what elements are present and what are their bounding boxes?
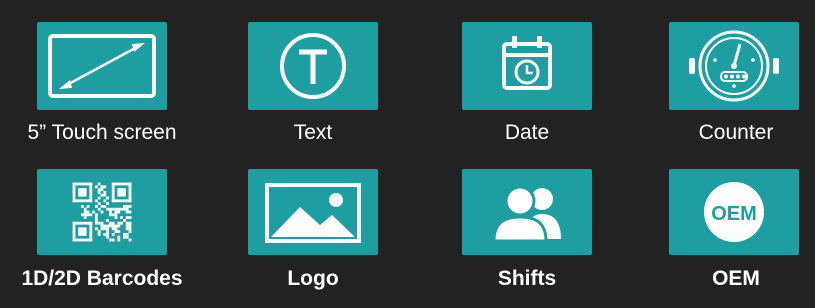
shifts-tile <box>462 169 592 255</box>
oem-tile: OEM <box>669 169 799 255</box>
feature-label: 1D/2D Barcodes <box>21 267 183 290</box>
users-icon <box>492 185 561 243</box>
feature-label: OEM <box>712 267 760 290</box>
oem-icon: OEM <box>704 182 764 242</box>
qr-code-icon <box>72 182 132 242</box>
barcodes-tile <box>37 169 167 255</box>
feature-logo: Logo <box>212 0 412 308</box>
image-icon <box>265 183 361 243</box>
feature-barcodes: 1D/2D Barcodes <box>0 0 200 308</box>
feature-shifts: Shifts <box>427 0 627 308</box>
oem-icon-text: OEM <box>711 203 757 225</box>
feature-label: Shifts <box>497 267 557 290</box>
feature-grid: 5” Touch screen Text Date Counter 1D/2D … <box>0 0 815 308</box>
feature-label: Logo <box>287 267 339 290</box>
logo-tile <box>248 169 378 255</box>
feature-oem: OEM OEM <box>634 0 815 308</box>
